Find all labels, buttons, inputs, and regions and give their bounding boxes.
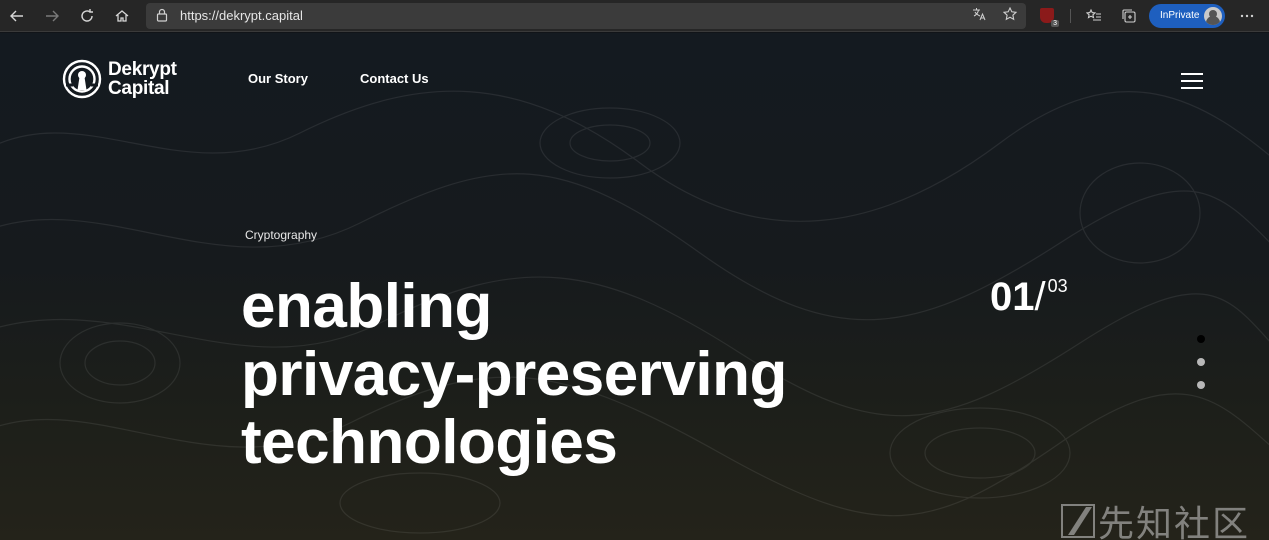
browser-toolbar: https://dekrypt.capital 3 InPrivate (0, 0, 1269, 32)
slide-dot-3[interactable] (1197, 381, 1205, 389)
watermark-text: 先知社区 (1098, 504, 1251, 540)
logo-text-line1: Dekrypt (108, 59, 177, 80)
favorites-icon[interactable] (1083, 5, 1105, 27)
slide-category: Cryptography (245, 228, 318, 242)
site-logo[interactable]: Dekrypt Capital (62, 59, 177, 99)
translate-icon[interactable] (970, 7, 988, 25)
inprivate-button[interactable]: InPrivate (1149, 4, 1225, 28)
refresh-icon[interactable] (75, 4, 99, 28)
slide-separator: / (1034, 275, 1046, 319)
headline-line-1: enabling (241, 272, 492, 341)
logo-text-line2: Capital (108, 78, 170, 99)
home-icon[interactable] (110, 4, 134, 28)
slide-dot-2[interactable] (1197, 358, 1205, 366)
headline-line-2: privacy-preserving (241, 340, 787, 409)
hero-headline: enabling privacy-preserving technologies (241, 273, 787, 477)
hero-section: Dekrypt Capital Our Story Contact Us Cry… (0, 33, 1269, 540)
watermark: 先知社区 (1058, 495, 1250, 540)
forward-icon[interactable] (40, 4, 64, 28)
hamburger-menu-icon[interactable] (1181, 73, 1203, 89)
profile-avatar (1204, 7, 1222, 25)
more-menu-icon[interactable] (1236, 5, 1258, 27)
watermark-logo-icon (1061, 504, 1095, 538)
nav-link-our-story[interactable]: Our Story (248, 71, 308, 86)
slide-counter: 01/03 (990, 275, 1068, 320)
favorite-star-icon[interactable] (1001, 6, 1019, 25)
slide-pagination (1197, 335, 1205, 404)
keyhole-logo-icon (62, 59, 102, 99)
url-text[interactable]: https://dekrypt.capital (180, 8, 303, 23)
lock-icon (156, 8, 168, 27)
inprivate-label: InPrivate (1160, 10, 1200, 21)
slide-current: 01 (990, 275, 1035, 319)
back-icon[interactable] (5, 4, 29, 28)
headline-line-3: technologies (241, 408, 618, 477)
slide-dot-1[interactable] (1197, 335, 1205, 343)
toolbar-divider (1070, 9, 1071, 23)
ublock-extension-icon[interactable]: 3 (1040, 8, 1059, 27)
extension-badge: 3 (1051, 20, 1059, 27)
address-bar[interactable]: https://dekrypt.capital (146, 3, 1026, 29)
collections-icon[interactable] (1118, 5, 1140, 27)
nav-link-contact-us[interactable]: Contact Us (360, 71, 429, 86)
slide-total: 03 (1047, 276, 1068, 296)
